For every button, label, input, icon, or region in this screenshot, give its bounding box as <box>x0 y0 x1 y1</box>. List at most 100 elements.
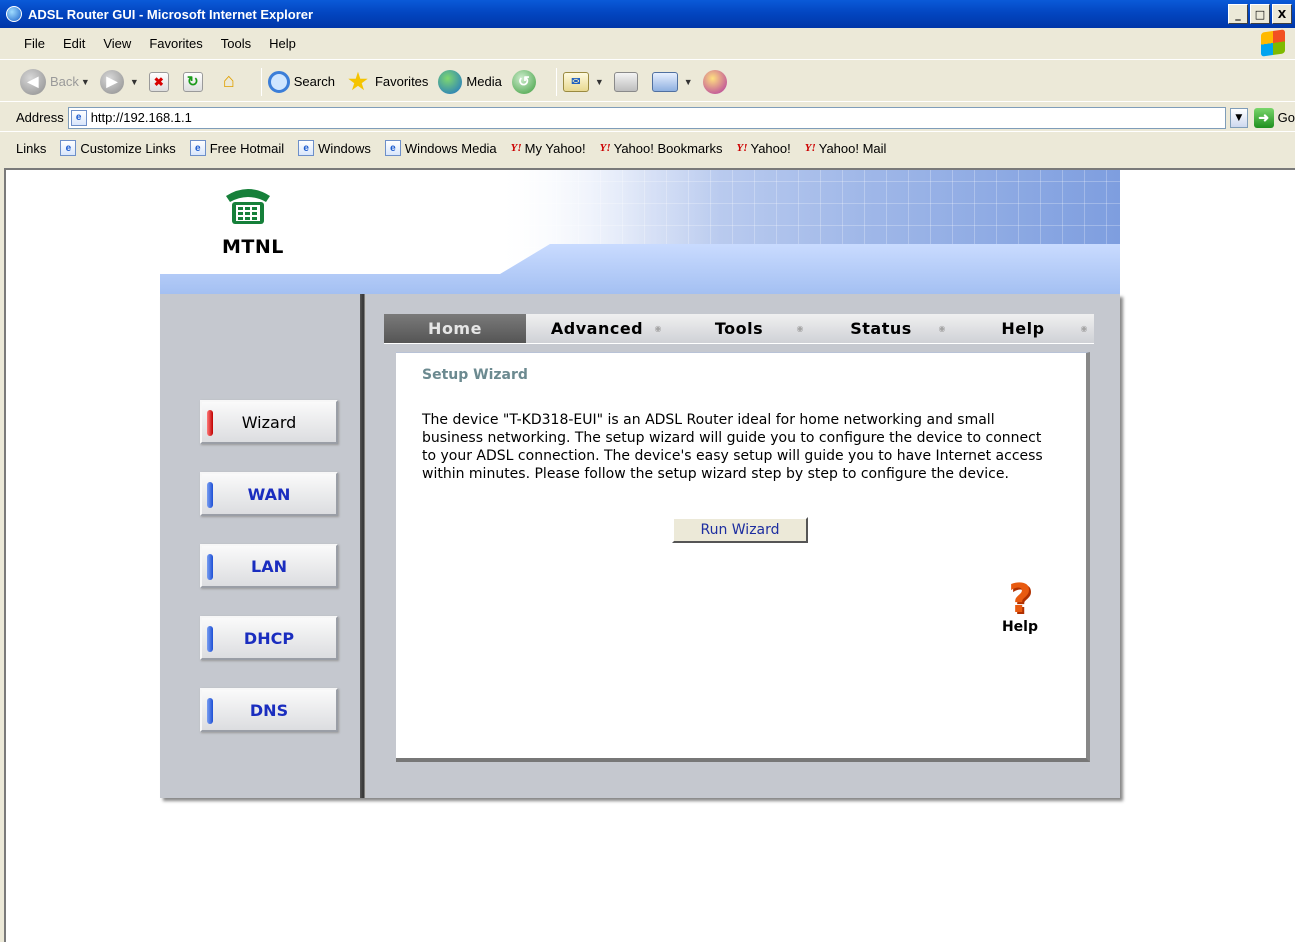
ie-app-icon <box>6 6 22 22</box>
tab-status[interactable]: Status ◉ <box>810 314 952 344</box>
home-button[interactable]: ⌂ <box>217 70 245 94</box>
address-url[interactable]: http://192.168.1.1 <box>91 110 192 125</box>
link-label: Windows <box>318 140 371 156</box>
menu-view[interactable]: View <box>103 36 131 51</box>
edit-page-icon <box>651 71 678 92</box>
menu-edit[interactable]: Edit <box>63 36 85 51</box>
link-windows-media[interactable]: e Windows Media <box>384 140 497 156</box>
toolbar-separator <box>260 67 262 96</box>
history-button[interactable]: ↺ <box>511 69 540 94</box>
panel-divider <box>360 294 366 798</box>
tab-tools[interactable]: Tools ◉ <box>668 314 810 344</box>
link-customize-links[interactable]: e Customize Links <box>60 140 176 156</box>
print-button[interactable] <box>613 71 642 92</box>
sidebar-item-label: WAN <box>247 484 291 504</box>
indicator-led <box>207 626 213 652</box>
sidebar-item-label: Wizard <box>241 412 297 432</box>
windows-logo-icon <box>1261 29 1285 57</box>
mail-button[interactable]: ✉ ▼ <box>562 71 604 92</box>
go-button[interactable]: ➜ Go <box>1253 107 1295 128</box>
ie-page-icon: e <box>189 140 206 156</box>
link-my-yahoo[interactable]: Y! My Yahoo! <box>511 141 586 156</box>
favorites-button[interactable]: ★ Favorites <box>345 69 428 95</box>
rivet-icon: ◉ <box>938 324 946 333</box>
link-yahoo[interactable]: Y! Yahoo! <box>737 141 791 156</box>
forward-arrow-icon: ▶ <box>99 69 124 94</box>
back-button[interactable]: ◀ Back ▼ <box>20 68 90 95</box>
menu-bar: File Edit View Favorites Tools Help <box>0 28 1295 60</box>
section-title: Setup Wizard <box>422 367 528 383</box>
ie-page-icon: e <box>70 109 87 126</box>
link-free-hotmail[interactable]: e Free Hotmail <box>189 140 284 156</box>
chevron-down-icon[interactable]: ▼ <box>684 77 693 87</box>
ie-page-icon: e <box>60 140 77 156</box>
link-yahoo-bookmarks[interactable]: Y! Yahoo! Bookmarks <box>600 141 723 156</box>
link-label: Yahoo! <box>750 140 791 156</box>
stop-button[interactable]: ✖ <box>148 71 173 92</box>
link-windows[interactable]: e Windows <box>298 140 371 156</box>
help-label: Help <box>1001 619 1039 635</box>
run-wizard-button[interactable]: Run Wizard <box>672 517 808 543</box>
chevron-down-icon[interactable]: ▼ <box>595 77 604 87</box>
page-viewport[interactable]: MTNL Wizard WAN LAN DHCP DNS Home Advanc… <box>4 168 1295 942</box>
link-label: Windows Media <box>404 140 497 156</box>
close-button[interactable]: X <box>1272 4 1292 24</box>
menu-tools[interactable]: Tools <box>221 36 251 51</box>
tab-home[interactable]: Home <box>384 314 526 344</box>
toolbar-separator <box>555 67 557 96</box>
tab-label: Tools <box>714 319 764 338</box>
stop-icon: ✖ <box>148 71 169 92</box>
tab-label: Home <box>428 319 482 338</box>
chevron-down-icon[interactable]: ▼ <box>81 77 90 87</box>
menu-help[interactable]: Help <box>269 36 296 51</box>
links-bar: Links e Customize Links e Free Hotmail e… <box>0 134 1295 162</box>
maximize-button[interactable]: □ <box>1250 4 1270 24</box>
tab-label: Help <box>1001 319 1045 338</box>
messenger-button[interactable] <box>702 69 731 94</box>
edit-button[interactable]: ▼ <box>651 71 693 92</box>
address-input[interactable]: e http://192.168.1.1 <box>67 106 1226 129</box>
refresh-button[interactable]: ↻ <box>182 71 207 92</box>
window-controls: _ □ X <box>1228 4 1292 24</box>
sidebar-item-lan[interactable]: LAN <box>200 544 338 588</box>
active-indicator-led <box>207 410 213 436</box>
address-bar: Address e http://192.168.1.1 ▼ ➜ Go <box>0 104 1295 132</box>
mtnl-logo-text: MTNL <box>222 236 284 258</box>
star-icon: ★ <box>348 68 368 94</box>
forward-button[interactable]: ▶ ▼ <box>99 69 139 94</box>
indicator-led <box>207 482 213 508</box>
sidebar-item-wan[interactable]: WAN <box>200 472 338 516</box>
sidebar-item-label: DNS <box>249 700 289 720</box>
wizard-description: The device "T-KD318-EUI" is an ADSL Rout… <box>422 412 1043 482</box>
link-yahoo-mail[interactable]: Y! Yahoo! Mail <box>805 141 887 156</box>
sidebar-item-dhcp[interactable]: DHCP <box>200 616 338 660</box>
help-link[interactable]: ? Help <box>990 579 1050 635</box>
menu-file[interactable]: File <box>24 36 45 51</box>
sidebar-item-dns[interactable]: DNS <box>200 688 338 732</box>
mail-icon: ✉ <box>562 71 589 92</box>
rivet-icon: ◉ <box>1080 324 1088 333</box>
header-banner: MTNL <box>160 170 1120 294</box>
menu-favorites[interactable]: Favorites <box>149 36 202 51</box>
rivet-icon: ◉ <box>654 324 662 333</box>
content-panel: Setup Wizard The device "T-KD318-EUI" is… <box>396 352 1090 762</box>
tab-label: Advanced <box>550 319 644 338</box>
search-button[interactable]: Search <box>267 70 335 93</box>
minimize-button[interactable]: _ <box>1228 4 1248 24</box>
address-dropdown-icon[interactable]: ▼ <box>1229 107 1248 128</box>
media-label: Media <box>466 74 502 89</box>
router-gui: MTNL Wizard WAN LAN DHCP DNS Home Advanc… <box>160 170 1120 798</box>
go-arrow-icon: ➜ <box>1253 107 1274 128</box>
sidebar-item-label: DHCP <box>243 628 295 648</box>
rivet-icon: ◉ <box>796 324 804 333</box>
link-label: Yahoo! Bookmarks <box>613 140 723 156</box>
go-label: Go <box>1277 110 1295 125</box>
sidebar-item-wizard[interactable]: Wizard <box>200 400 338 444</box>
tab-advanced[interactable]: Advanced ◉ <box>526 314 668 344</box>
chevron-down-icon[interactable]: ▼ <box>130 77 139 87</box>
yahoo-icon: Y! <box>599 142 611 154</box>
tab-help[interactable]: Help ◉ <box>952 314 1094 344</box>
media-button[interactable]: Media <box>438 69 502 94</box>
home-icon: ⌂ <box>222 70 235 92</box>
sidebar: Wizard WAN LAN DHCP DNS <box>160 294 360 798</box>
